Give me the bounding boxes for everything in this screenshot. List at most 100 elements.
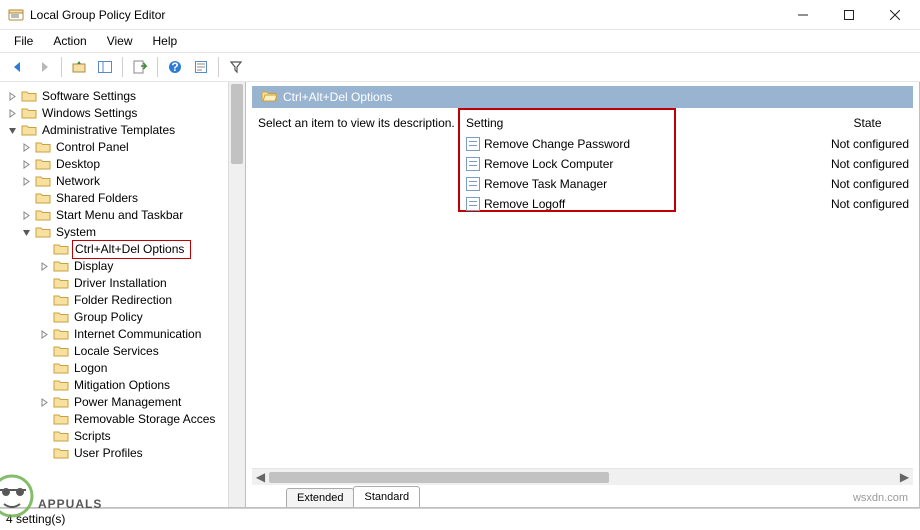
expander-icon[interactable] [20, 176, 32, 188]
leaf-spacer [38, 363, 50, 375]
policy-icon [466, 157, 480, 171]
expander-icon[interactable] [6, 91, 18, 103]
expander-icon[interactable] [20, 210, 32, 222]
toolbar: ? [0, 52, 920, 82]
content-header: Ctrl+Alt+Del Options [252, 86, 913, 108]
tree-item-power[interactable]: Power Management [38, 394, 245, 411]
toolbar-separator [218, 57, 219, 77]
folder-icon [35, 208, 51, 224]
filter-button[interactable] [224, 55, 248, 79]
tab-extended[interactable]: Extended [286, 488, 354, 507]
forward-button[interactable] [32, 55, 56, 79]
folder-icon [53, 276, 69, 292]
leaf-spacer [38, 414, 50, 426]
setting-state: Not configured [822, 197, 913, 211]
toolbar-separator [122, 57, 123, 77]
tree-item-scripts[interactable]: Scripts [38, 428, 245, 445]
leaf-spacer [38, 380, 50, 392]
scroll-track[interactable] [269, 470, 896, 485]
tree-item-locale[interactable]: Locale Services [38, 343, 245, 360]
folder-icon [53, 412, 69, 428]
window-title: Local Group Policy Editor [30, 8, 780, 22]
tree-item-driver-install[interactable]: Driver Installation [38, 275, 245, 292]
expander-icon[interactable] [20, 142, 32, 154]
leaf-spacer [20, 193, 32, 205]
tree-item-ctrl-alt-del[interactable]: Ctrl+Alt+Del Options [38, 241, 245, 258]
tree-item-software-settings[interactable]: Software Settings [6, 88, 245, 105]
column-state[interactable]: State [822, 114, 913, 132]
svg-text:?: ? [171, 60, 178, 74]
expander-icon[interactable] [38, 261, 50, 273]
folder-icon [35, 225, 51, 241]
tree-item-group-policy[interactable]: Group Policy [38, 309, 245, 326]
expander-icon[interactable] [20, 159, 32, 171]
expander-icon[interactable] [38, 397, 50, 409]
leaf-spacer [38, 244, 50, 256]
scroll-right-icon[interactable]: ▶ [896, 470, 913, 485]
setting-state: Not configured [822, 157, 913, 171]
show-hide-tree-button[interactable] [93, 55, 117, 79]
tree-item-system[interactable]: System [20, 224, 245, 241]
tree-item-shared-folders[interactable]: Shared Folders [20, 190, 245, 207]
tree-item-internet-comm[interactable]: Internet Communication [38, 326, 245, 343]
tree-scrollbar[interactable] [228, 82, 245, 507]
toolbar-separator [157, 57, 158, 77]
minimize-button[interactable] [780, 0, 826, 30]
scroll-thumb[interactable] [269, 472, 609, 483]
selected-tree-label: Ctrl+Alt+Del Options [72, 240, 191, 259]
content-header-title: Ctrl+Alt+Del Options [283, 90, 392, 104]
leaf-spacer [38, 448, 50, 460]
folder-icon [35, 157, 51, 173]
scroll-left-icon[interactable]: ◀ [252, 470, 269, 485]
tab-bar: Extended Standard [246, 485, 919, 507]
app-icon [8, 7, 24, 23]
maximize-button[interactable] [826, 0, 872, 30]
expander-icon[interactable] [38, 329, 50, 341]
menu-file[interactable]: File [6, 32, 41, 50]
expander-icon[interactable] [6, 108, 18, 120]
menu-action[interactable]: Action [45, 32, 94, 50]
tree-scroll-thumb[interactable] [231, 84, 243, 164]
folder-icon [35, 191, 51, 207]
setting-state: Not configured [822, 137, 913, 151]
expander-collapse-icon[interactable] [20, 227, 32, 239]
expander-collapse-icon[interactable] [6, 125, 18, 137]
tree-item-start-menu[interactable]: Start Menu and Taskbar [20, 207, 245, 224]
tab-standard[interactable]: Standard [353, 486, 420, 507]
tree-item-admin-templates[interactable]: Administrative Templates [6, 122, 245, 139]
up-button[interactable] [67, 55, 91, 79]
export-button[interactable] [128, 55, 152, 79]
help-button[interactable]: ? [163, 55, 187, 79]
tree-item-display[interactable]: Display [38, 258, 245, 275]
titlebar: Local Group Policy Editor [0, 0, 920, 30]
folder-open-icon [261, 89, 277, 105]
leaf-spacer [38, 431, 50, 443]
tree-item-user-profiles[interactable]: User Profiles [38, 445, 245, 462]
tree-item-desktop[interactable]: Desktop [20, 156, 245, 173]
close-button[interactable] [872, 0, 918, 30]
status-bar: 4 setting(s) [0, 508, 920, 528]
tree-item-removable[interactable]: Removable Storage Acces [38, 411, 245, 428]
folder-icon [53, 378, 69, 394]
main-area: Software Settings Windows Settings Admin… [0, 82, 920, 508]
leaf-spacer [38, 278, 50, 290]
tree-item-network[interactable]: Network [20, 173, 245, 190]
folder-icon [53, 344, 69, 360]
tree-item-windows-settings[interactable]: Windows Settings [6, 105, 245, 122]
folder-icon [53, 429, 69, 445]
tree-item-mitigation[interactable]: Mitigation Options [38, 377, 245, 394]
horizontal-scrollbar[interactable]: ◀ ▶ [252, 468, 913, 485]
menu-view[interactable]: View [99, 32, 141, 50]
folder-icon [53, 327, 69, 343]
tree-item-logon[interactable]: Logon [38, 360, 245, 377]
menu-help[interactable]: Help [145, 32, 186, 50]
folder-icon [21, 89, 37, 105]
tree-panel: Software Settings Windows Settings Admin… [0, 82, 246, 508]
tree-item-folder-redir[interactable]: Folder Redirection [38, 292, 245, 309]
properties-button[interactable] [189, 55, 213, 79]
folder-icon [35, 140, 51, 156]
back-button[interactable] [6, 55, 30, 79]
folder-icon [53, 242, 69, 258]
tree-item-control-panel[interactable]: Control Panel [20, 139, 245, 156]
description-text: Select an item to view its description. [252, 112, 462, 468]
